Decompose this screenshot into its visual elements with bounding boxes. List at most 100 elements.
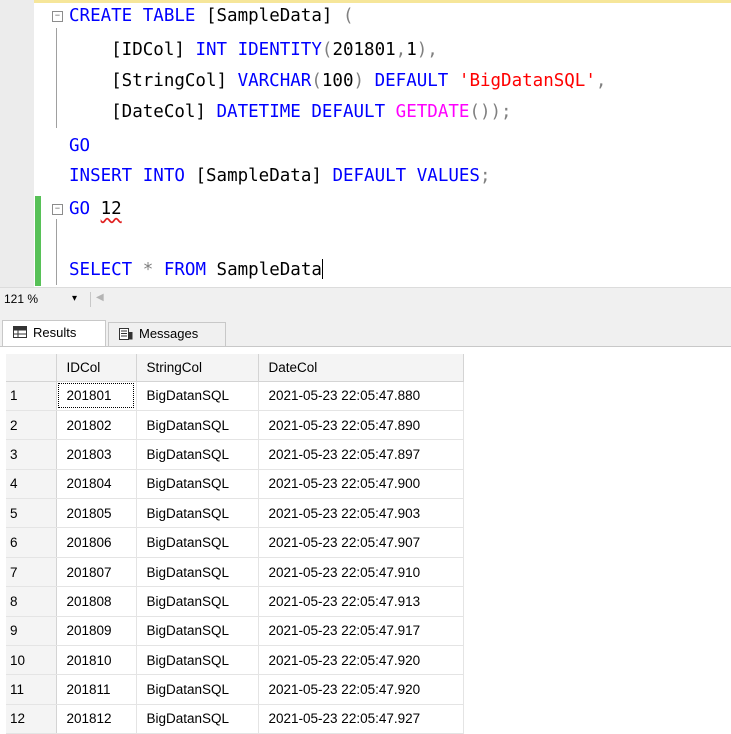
code-token: TABLE: [142, 6, 196, 26]
table-cell[interactable]: 2021-05-23 22:05:47.890: [258, 410, 464, 441]
row-number-cell[interactable]: 3: [6, 439, 57, 470]
table-cell[interactable]: 201803: [56, 439, 137, 470]
column-header-stringcol[interactable]: StringCol: [136, 354, 259, 382]
table-row[interactable]: 9 201809 BigDatanSQL 2021-05-23 22:05:47.91…: [6, 616, 464, 647]
collapse-icon[interactable]: −: [52, 11, 63, 22]
code-token: DEFAULT: [311, 102, 386, 122]
table-cell[interactable]: 2021-05-23 22:05:47.920: [258, 674, 464, 705]
tab-results-label: Results: [33, 325, 77, 340]
table-row[interactable]: 6 201806 BigDatanSQL 2021-05-23 22:05:47.90…: [6, 527, 464, 558]
table-cell[interactable]: BigDatanSQL: [136, 498, 259, 529]
table-cell[interactable]: BigDatanSQL: [136, 469, 259, 500]
table-cell[interactable]: 2021-05-23 22:05:47.913: [258, 586, 464, 617]
scroll-left-icon[interactable]: ◀: [96, 292, 104, 303]
table-row[interactable]: 8 201808 BigDatanSQL 2021-05-23 22:05:47.91…: [6, 586, 464, 617]
code-line[interactable]: [DateCol] DATETIME DEFAULT GETDATE());: [69, 99, 511, 125]
table-cell[interactable]: 201809: [56, 616, 137, 647]
table-cell[interactable]: 201802: [56, 410, 137, 441]
code-token: ,: [395, 40, 407, 60]
code-token: [SampleData]: [195, 6, 343, 26]
table-cell[interactable]: 2021-05-23 22:05:47.910: [258, 557, 464, 588]
row-number-cell[interactable]: 12: [6, 704, 57, 734]
code-token: 12: [100, 199, 122, 219]
row-number-cell[interactable]: 4: [6, 469, 57, 500]
code-token: (: [311, 71, 322, 91]
code-line[interactable]: [IDCol] INT IDENTITY(201801,1),: [69, 37, 438, 63]
triangle-down-icon[interactable]: ▾: [72, 293, 77, 304]
code-token: *: [142, 260, 154, 280]
table-cell[interactable]: BigDatanSQL: [136, 704, 259, 734]
table-cell[interactable]: 2021-05-23 22:05:47.880: [258, 381, 464, 411]
table-cell[interactable]: 201804: [56, 469, 137, 500]
table-cell[interactable]: BigDatanSQL: [136, 616, 259, 647]
table-cell[interactable]: BigDatanSQL: [136, 586, 259, 617]
zoom-level[interactable]: 121 %: [4, 292, 38, 306]
table-cell[interactable]: BigDatanSQL: [136, 674, 259, 705]
row-number-header[interactable]: [6, 354, 57, 382]
row-number-cell[interactable]: 1: [6, 381, 57, 411]
table-row[interactable]: 3 201803 BigDatanSQL 2021-05-23 22:05:47.89…: [6, 439, 464, 470]
row-number-cell[interactable]: 6: [6, 527, 57, 558]
table-cell[interactable]: BigDatanSQL: [136, 381, 259, 411]
results-grid-area: IDCol StringCol DateCol 1 201801 BigDatanS…: [0, 346, 731, 734]
table-cell[interactable]: 201808: [56, 586, 137, 617]
table-row[interactable]: 4 201804 BigDatanSQL 2021-05-23 22:05:47.90…: [6, 469, 464, 500]
code-token: DEFAULT: [332, 166, 407, 186]
table-cell[interactable]: 201801: [56, 381, 137, 411]
row-number-cell[interactable]: 11: [6, 674, 57, 705]
row-number-cell[interactable]: 5: [6, 498, 57, 529]
table-cell[interactable]: 2021-05-23 22:05:47.927: [258, 704, 464, 734]
collapse-icon[interactable]: −: [52, 204, 63, 215]
table-cell[interactable]: 201805: [56, 498, 137, 529]
table-row[interactable]: 11 201811 BigDatanSQL 2021-05-23 22:05:47.9…: [6, 674, 464, 705]
table-cell[interactable]: 201812: [56, 704, 137, 734]
table-cell[interactable]: 2021-05-23 22:05:47.897: [258, 439, 464, 470]
table-cell[interactable]: 201806: [56, 527, 137, 558]
query-editor[interactable]: CREATE TABLE [SampleData] (− [IDCol] INT…: [0, 0, 731, 287]
row-number-cell[interactable]: 8: [6, 586, 57, 617]
tab-results[interactable]: Results: [2, 320, 106, 346]
table-cell[interactable]: BigDatanSQL: [136, 557, 259, 588]
table-row[interactable]: 10 201810 BigDatanSQL 2021-05-23 22:05:47.9…: [6, 645, 464, 676]
table-cell[interactable]: 2021-05-23 22:05:47.907: [258, 527, 464, 558]
row-number-cell[interactable]: 9: [6, 616, 57, 647]
row-number-cell[interactable]: 7: [6, 557, 57, 588]
code-line[interactable]: GO 12: [69, 196, 122, 222]
table-row[interactable]: 7 201807 BigDatanSQL 2021-05-23 22:05:47.91…: [6, 557, 464, 588]
table-cell[interactable]: BigDatanSQL: [136, 527, 259, 558]
tab-messages[interactable]: Messages: [108, 322, 226, 346]
code-token: ,: [595, 71, 607, 91]
code-line[interactable]: SELECT * FROM SampleData: [69, 257, 323, 283]
code-line[interactable]: INSERT INTO [SampleData] DEFAULT VALUES;: [69, 163, 491, 189]
table-cell[interactable]: 2021-05-23 22:05:47.903: [258, 498, 464, 529]
table-cell[interactable]: 2021-05-23 22:05:47.920: [258, 645, 464, 676]
table-cell[interactable]: 201810: [56, 645, 137, 676]
table-row[interactable]: 5 201805 BigDatanSQL 2021-05-23 22:05:47.90…: [6, 498, 464, 529]
code-token: DEFAULT: [374, 71, 449, 91]
code-line[interactable]: [StringCol] VARCHAR(100) DEFAULT 'BigDat…: [69, 68, 606, 94]
table-cell[interactable]: BigDatanSQL: [136, 439, 259, 470]
table-cell[interactable]: BigDatanSQL: [136, 410, 259, 441]
row-number-cell[interactable]: 2: [6, 410, 57, 441]
table-row[interactable]: 12 201812 BigDatanSQL 2021-05-23 22:05:47.9…: [6, 704, 464, 734]
table-cell[interactable]: 2021-05-23 22:05:47.917: [258, 616, 464, 647]
code-token: GETDATE: [395, 102, 470, 122]
grid-icon: [13, 326, 27, 338]
code-line[interactable]: CREATE TABLE [SampleData] (: [69, 3, 354, 29]
table-cell[interactable]: 201807: [56, 557, 137, 588]
table-row[interactable]: 2 201802 BigDatanSQL 2021-05-23 22:05:47.89…: [6, 410, 464, 441]
table-row[interactable]: 1 201801 BigDatanSQL 2021-05-23 22:05:47.88…: [6, 381, 464, 411]
table-cell[interactable]: 2021-05-23 22:05:47.900: [258, 469, 464, 500]
column-header-datecol[interactable]: DateCol: [258, 354, 464, 382]
column-header-idcol[interactable]: IDCol: [56, 354, 137, 382]
table-cell[interactable]: 201811: [56, 674, 137, 705]
results-grid: IDCol StringCol DateCol 1 201801 BigDatanS…: [6, 354, 464, 734]
table-cell[interactable]: BigDatanSQL: [136, 645, 259, 676]
row-number-cell[interactable]: 10: [6, 645, 57, 676]
code-line[interactable]: GO: [69, 133, 90, 159]
